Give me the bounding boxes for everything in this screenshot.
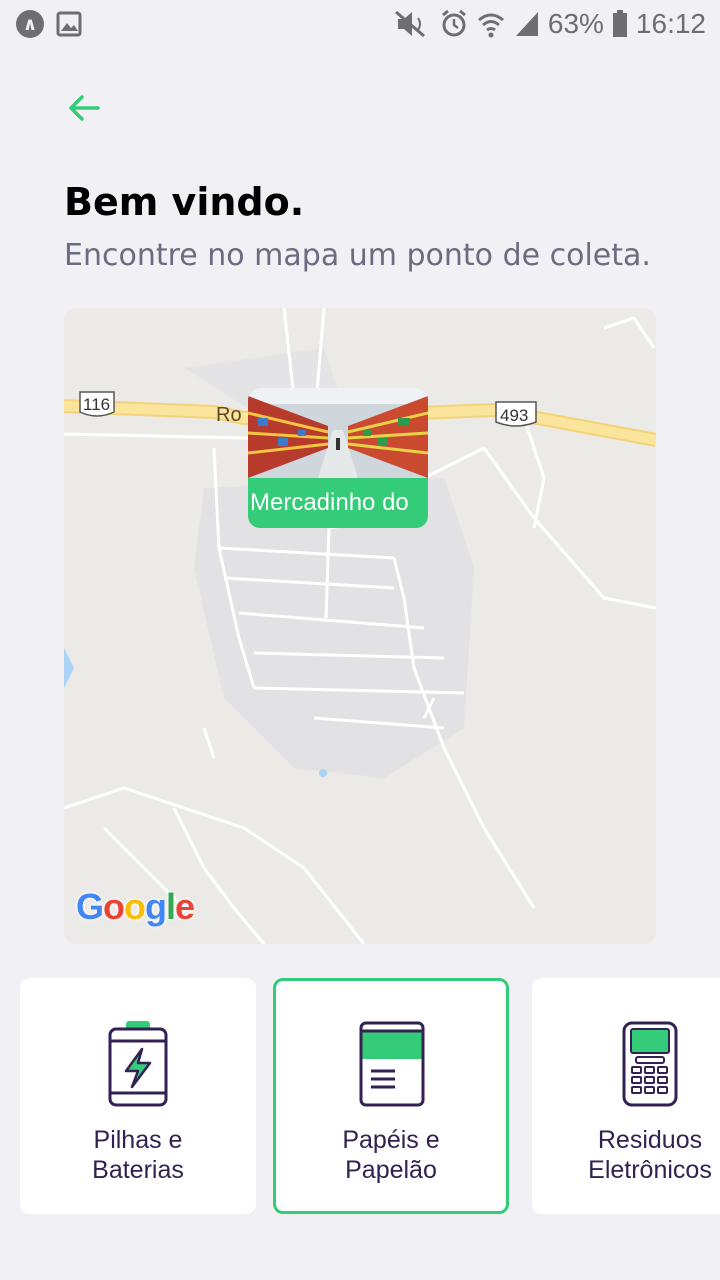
- status-right: 63% 16:12: [392, 8, 706, 40]
- item-pilhas-baterias[interactable]: Pilhas e Baterias: [20, 978, 256, 1214]
- marker-label: Mercadinho do: [250, 489, 409, 516]
- clock: 16:12: [635, 8, 706, 39]
- items-scroll[interactable]: Pilhas e Baterias Papéis e Papelão Resid…: [0, 976, 720, 1218]
- page-title: Bem vindo.: [64, 180, 305, 224]
- wifi-icon: [477, 13, 504, 38]
- google-logo: Google: [76, 886, 195, 927]
- route-label-116: 116: [83, 395, 111, 414]
- app-a-icon: ∧: [16, 10, 44, 38]
- arrow-left-icon: [69, 95, 100, 121]
- alarm-icon: [441, 9, 466, 37]
- back-button[interactable]: [64, 88, 104, 128]
- battery-percent: 63%: [547, 8, 604, 39]
- battery-icon: [108, 1021, 168, 1107]
- status-bar: ∧ 63% 16:12: [0, 0, 720, 48]
- signal-icon: [515, 12, 538, 36]
- item-papeis-papelao[interactable]: Papéis e Papelão: [273, 978, 509, 1214]
- map-view[interactable]: 116 493 Ro Mercadinho do Google: [64, 308, 656, 944]
- map-marker[interactable]: Mercadinho do: [248, 388, 428, 528]
- mute-icon: [394, 10, 425, 38]
- item-label: Pilhas e Baterias: [92, 1126, 184, 1184]
- marker-photo: [248, 388, 428, 478]
- image-icon: [56, 11, 82, 37]
- item-label: Residuos Eletrônicos: [588, 1126, 712, 1184]
- road-name-label: Ro: [216, 404, 242, 426]
- item-label: Papéis e Papelão: [342, 1126, 440, 1184]
- page-subtitle: Encontre no mapa um ponto de coleta.: [64, 238, 651, 273]
- paper-icon: [359, 1021, 425, 1107]
- electronics-icon: [622, 1021, 678, 1107]
- battery-icon: [612, 10, 627, 37]
- route-label-493: 493: [500, 406, 529, 425]
- item-residuos-eletronicos[interactable]: Residuos Eletrônicos: [532, 978, 720, 1214]
- status-left: ∧: [16, 10, 82, 38]
